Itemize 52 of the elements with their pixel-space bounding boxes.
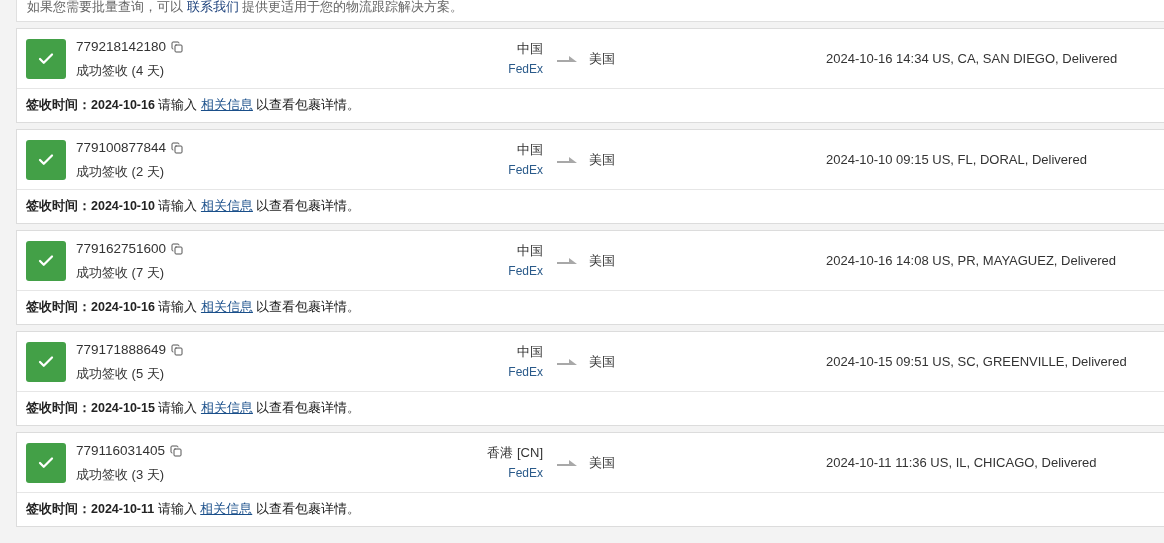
copy-icon[interactable] [171,41,184,54]
destination-country: 美国 [589,453,616,472]
details-link[interactable]: 相关信息 [200,502,253,517]
delivery-status: 成功签收 (2 天) [76,162,165,181]
details-link[interactable]: 相关信息 [200,199,253,214]
carrier-name: FedEx [508,61,543,79]
latest-event: 2024-10-10 09:15 US, FL, DORAL, Delivered [826,150,1087,169]
arrow-icon [557,257,577,264]
copy-icon[interactable] [171,142,184,155]
details-link[interactable]: 相关信息 [200,98,253,113]
destination-country: 美国 [589,251,616,270]
carrier-name: FedEx [508,364,543,382]
carrier-name: FedEx [508,162,543,180]
delivery-note: 签收时间：2024-10-16 请输入 相关信息 以查看包裹详情。 [26,299,361,317]
delivery-note: 签收时间：2024-10-15 请输入 相关信息 以查看包裹详情。 [26,400,361,418]
notice-text: 如果您需要批量查询，可以 联系我们 提供更适用于您的物流跟踪解决方案。 [27,0,464,14]
tracking-number: 779218142180 [76,38,167,57]
contact-link[interactable]: 联系我们 [186,0,239,14]
destination-country: 美国 [589,352,616,371]
origin-country: 中国 [517,241,543,260]
carrier-name: FedEx [508,465,543,483]
delivery-note: 签收时间：2024-10-11 请输入 相关信息 以查看包裹详情。 [26,501,360,519]
arrow-icon [557,55,577,62]
latest-event: 2024-10-15 09:51 US, SC, GREENVILLE, Delivered [826,352,1127,371]
delivery-status: 成功签收 (4 天) [76,61,165,80]
latest-event: 2024-10-11 11:36 US, IL, CHICAGO, Delivered [826,453,1097,472]
tracking-number: 779171888649 [76,341,167,360]
origin-country: 中国 [517,39,543,58]
tracking-number: 779116031405 [76,442,166,461]
tracking-number: 779100877844 [76,139,167,158]
destination-country: 美国 [589,49,616,68]
delivery-note: 签收时间：2024-10-16 请输入 相关信息 以查看包裹详情。 [26,97,361,115]
origin-country: 香港 [CN] [487,443,543,462]
arrow-icon [557,358,577,365]
latest-event: 2024-10-16 14:08 US, PR, MAYAGUEZ, Delivered [826,251,1116,270]
details-link[interactable]: 相关信息 [200,401,253,416]
destination-country: 美国 [589,150,616,169]
delivery-status: 成功签收 (5 天) [76,364,165,383]
delivery-status: 成功签收 (3 天) [76,465,165,484]
delivery-note: 签收时间：2024-10-10 请输入 相关信息 以查看包裹详情。 [26,198,361,216]
origin-country: 中国 [517,140,543,159]
delivery-status: 成功签收 (7 天) [76,263,165,282]
copy-icon[interactable] [171,344,184,357]
latest-event: 2024-10-16 14:34 US, CA, SAN DIEGO, Delivered [826,49,1118,68]
copy-icon[interactable] [170,445,183,458]
arrow-icon [557,459,577,466]
copy-icon[interactable] [171,243,184,256]
carrier-name: FedEx [508,263,543,281]
arrow-icon [557,156,577,163]
details-link[interactable]: 相关信息 [200,300,253,315]
tracking-number: 779162751600 [76,240,167,259]
origin-country: 中国 [517,342,543,361]
